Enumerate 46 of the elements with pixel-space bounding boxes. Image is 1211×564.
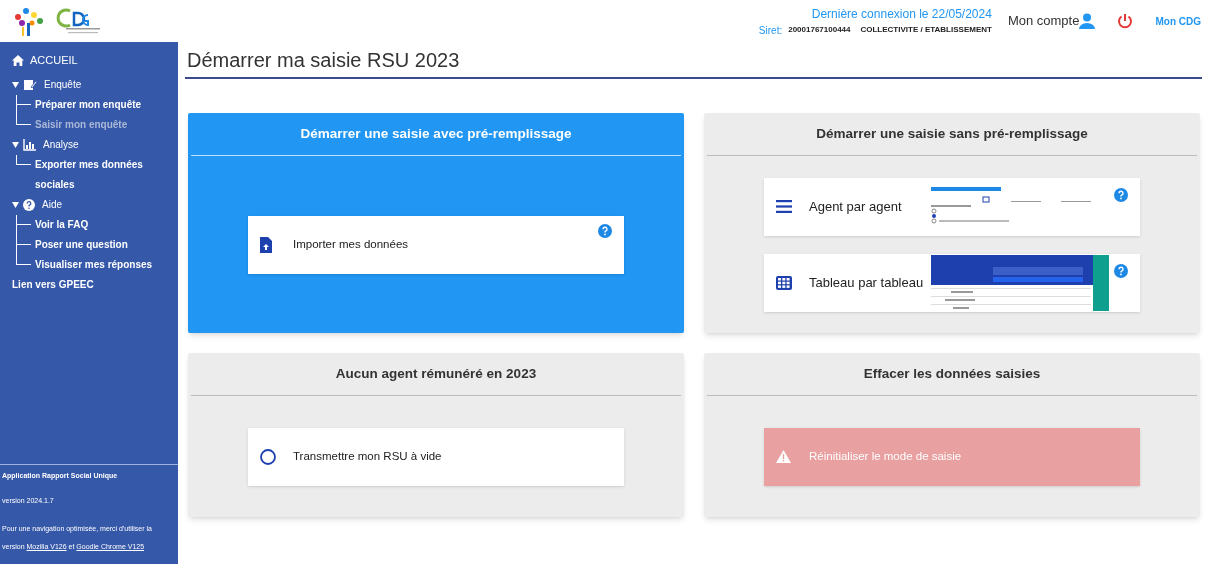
option-label: Tableau par tableau [809, 273, 925, 292]
option-card[interactable]: Importer mes données [248, 215, 624, 274]
option-label: Agent par agent [809, 197, 903, 216]
radio-button[interactable] [260, 448, 276, 465]
option-card[interactable]: Agent par agent [764, 177, 1140, 236]
power-icon[interactable] [1117, 13, 1134, 29]
siret-number: 20001767100444 [788, 24, 851, 36]
last-login-text: Dernière connexion le 22/05/2024 [811, 5, 992, 23]
help-icon[interactable] [1114, 263, 1128, 278]
user-icon [1079, 13, 1096, 29]
option-label: Transmettre mon RSU à vide [293, 448, 442, 464]
sidebar-section[interactable]: Enquête [44, 77, 82, 92]
file-upload-icon [260, 236, 272, 253]
caret-icon [12, 201, 19, 208]
caret-icon [12, 81, 19, 88]
option-label: Importer mes données [293, 236, 409, 252]
clipboard-pen-icon [23, 78, 37, 91]
warning-icon [776, 450, 791, 463]
sidebar-item[interactable]: Voir la FAQ [31, 214, 156, 235]
grid-icon [776, 275, 792, 290]
option-card[interactable]: Tableau par tableau [764, 253, 1140, 312]
sidebar-section[interactable]: Aide [42, 197, 62, 212]
option-card[interactable]: Transmettre mon RSU à vide [248, 427, 624, 486]
home-link[interactable]: ACCUEIL [30, 52, 78, 69]
page-title: Démarrer ma saisie RSU 2023 [185, 42, 1202, 79]
sidebar-item[interactable]: Visualiser mes réponses [31, 254, 156, 275]
siret-label: Siret: [758, 23, 783, 38]
help-icon [23, 198, 35, 211]
card-title: Démarrer une saisie avec pré-remplissage [300, 124, 572, 143]
home-icon [12, 54, 24, 66]
card-title: Aucun agent rémunéré en 2023 [335, 364, 537, 383]
entity-name: COLLECTIVITE / ETABLISSEMENT [860, 24, 992, 36]
sidebar-item[interactable]: Poser une question [31, 234, 156, 255]
account-button[interactable]: Mon compte [1007, 11, 1096, 31]
help-icon[interactable] [1114, 187, 1128, 202]
sidebar-item[interactable]: Préparer mon enquête [31, 94, 156, 115]
card-title: Démarrer une saisie sans pré-remplissage [816, 124, 1088, 143]
menu-icon [776, 200, 792, 213]
option-label: Réinitialiser le mode de saisie [809, 448, 962, 464]
gpeec-link[interactable]: Lien vers GPEEC [0, 274, 178, 295]
caret-icon [12, 141, 19, 148]
card-title: Effacer les données saisies [863, 364, 1041, 383]
help-icon[interactable] [598, 223, 612, 238]
bar-chart-icon [23, 138, 36, 151]
sidebar-item[interactable]: Exporter mes données sociales [31, 154, 156, 195]
sidebar-section[interactable]: Analyse [43, 137, 79, 152]
